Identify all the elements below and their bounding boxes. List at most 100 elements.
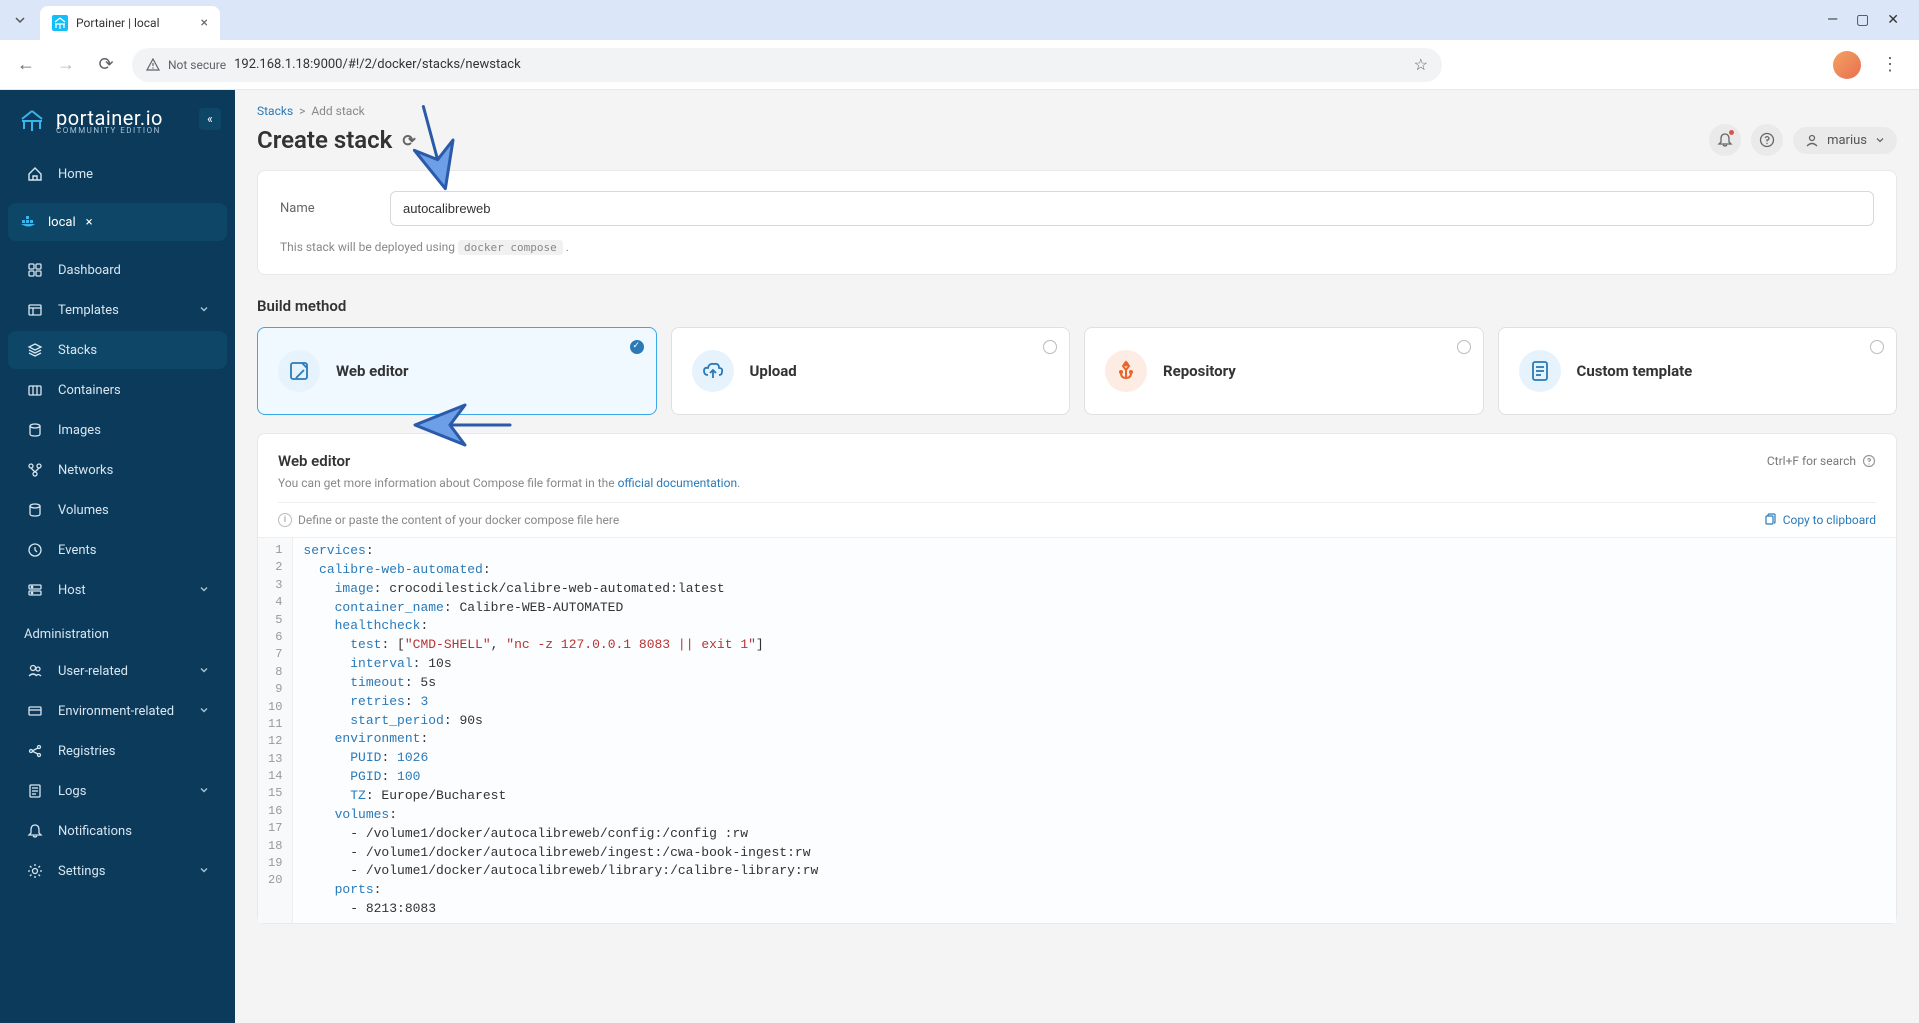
tab-close-icon[interactable]: × (201, 15, 208, 31)
logs-icon (26, 782, 44, 800)
sidebar-item-label: Environment-related (58, 704, 174, 719)
sidebar-item-environment-related[interactable]: Environment-related (8, 692, 227, 730)
copy-to-clipboard-button[interactable]: Copy to clipboard (1763, 513, 1876, 527)
environment-related-icon (26, 702, 44, 720)
name-label: Name (280, 201, 340, 216)
sidebar-item-events[interactable]: Events (8, 531, 227, 569)
user-related-icon (26, 662, 44, 680)
build-method-custom-template[interactable]: Custom template (1498, 327, 1898, 415)
sidebar-item-label: Networks (58, 463, 113, 478)
dashboard-icon (26, 261, 44, 279)
chevron-down-icon (1875, 135, 1885, 145)
method-title: Repository (1163, 362, 1236, 380)
official-docs-link[interactable]: official documentation (618, 476, 738, 490)
name-card: Name This stack will be deployed using d… (257, 170, 1897, 275)
tab-list-dropdown-icon[interactable] (8, 8, 32, 32)
sidebar-item-label: Templates (58, 303, 119, 318)
breadcrumb-stacks[interactable]: Stacks (257, 104, 293, 118)
sidebar-item-templates[interactable]: Templates (8, 291, 227, 329)
editor-search-hint: Ctrl+F for search (1767, 454, 1876, 468)
close-window-icon[interactable]: ✕ (1887, 12, 1899, 28)
breadcrumb-current: Add stack (311, 104, 364, 118)
build-method-upload[interactable]: Upload (671, 327, 1071, 415)
build-method-web-editor[interactable]: Web editor (257, 327, 657, 415)
browser-tab[interactable]: Portainer | local × (40, 6, 220, 40)
info-icon: i (278, 513, 292, 527)
breadcrumb: Stacks > Add stack (235, 90, 1919, 124)
tab-title: Portainer | local (76, 16, 193, 30)
refresh-icon[interactable]: ⟳ (402, 131, 415, 150)
profile-avatar-icon[interactable] (1833, 51, 1861, 79)
reload-icon[interactable]: ⟳ (92, 51, 120, 79)
build-method-heading: Build method (257, 297, 1897, 315)
sidebar-item-user-related[interactable]: User-related (8, 652, 227, 690)
forward-icon[interactable]: → (52, 51, 80, 79)
page-title: Create stack ⟳ (257, 126, 416, 154)
notifications-icon[interactable] (1709, 124, 1741, 156)
maximize-icon[interactable]: ▢ (1856, 12, 1869, 28)
method-title: Custom template (1577, 362, 1693, 380)
help-icon[interactable] (1751, 124, 1783, 156)
window-controls: — ▢ ✕ (1827, 12, 1911, 28)
user-menu[interactable]: marius (1793, 127, 1897, 154)
sidebar-collapse-icon[interactable]: « (199, 108, 221, 130)
code-content[interactable]: services: calibre-web-automated: image: … (293, 538, 1896, 923)
deploy-hint: This stack will be deployed using docker… (280, 240, 1874, 254)
method-icon (692, 350, 734, 392)
sidebar: portainer.io COMMUNITY EDITION « Home lo… (0, 90, 235, 1023)
chevron-down-icon (199, 304, 209, 317)
sidebar-item-home[interactable]: Home (8, 155, 227, 193)
sidebar-item-notifications[interactable]: Notifications (8, 812, 227, 850)
notifications-icon (26, 822, 44, 840)
portainer-favicon-icon (52, 15, 68, 31)
line-gutter: 1234567891011121314151617181920 (258, 538, 293, 923)
sidebar-item-settings[interactable]: Settings (8, 852, 227, 890)
editor-toolbar: i Define or paste the content of your do… (278, 502, 1876, 537)
radio-icon (1043, 340, 1057, 354)
sidebar-item-label: Home (58, 167, 93, 182)
build-method-repository[interactable]: Repository (1084, 327, 1484, 415)
env-close-icon[interactable]: × (86, 215, 93, 230)
browser-menu-icon[interactable]: ⋮ (1873, 54, 1907, 75)
minimize-icon[interactable]: — (1827, 12, 1838, 28)
sidebar-item-registries[interactable]: Registries (8, 732, 227, 770)
containers-icon (26, 381, 44, 399)
home-icon (26, 165, 44, 183)
sidebar-item-stacks[interactable]: Stacks (8, 331, 227, 369)
method-icon (278, 350, 320, 392)
copy-icon (1763, 513, 1777, 527)
chevron-down-icon (199, 865, 209, 878)
sidebar-item-label: Settings (58, 864, 105, 879)
editor-title: Web editor (278, 452, 350, 470)
method-title: Web editor (336, 362, 409, 380)
stack-name-input[interactable] (390, 191, 1874, 226)
address-bar[interactable]: Not secure 192.168.1.18:9000/#!/2/docker… (132, 48, 1442, 82)
sidebar-section-administration: Administration (0, 611, 235, 650)
back-icon[interactable]: ← (12, 51, 40, 79)
sidebar-item-label: Host (58, 583, 86, 598)
url-text: 192.168.1.18:9000/#!/2/docker/stacks/new… (234, 57, 1406, 72)
method-icon (1105, 350, 1147, 392)
radio-icon (1870, 340, 1884, 354)
host-icon (26, 581, 44, 599)
sidebar-item-dashboard[interactable]: Dashboard (8, 251, 227, 289)
help-circle-icon (1862, 454, 1876, 468)
code-editor[interactable]: 1234567891011121314151617181920 services… (258, 537, 1896, 923)
chevron-down-icon (199, 705, 209, 718)
sidebar-item-host[interactable]: Host (8, 571, 227, 609)
sidebar-item-label: Events (58, 543, 96, 558)
bookmark-star-icon[interactable]: ☆ (1414, 55, 1428, 74)
images-icon (26, 421, 44, 439)
sidebar-item-containers[interactable]: Containers (8, 371, 227, 409)
sidebar-environment-badge[interactable]: local × (8, 203, 227, 241)
build-method-grid: Web editor Upload Repository Custom templat… (257, 327, 1897, 415)
sidebar-item-logs[interactable]: Logs (8, 772, 227, 810)
sidebar-item-networks[interactable]: Networks (8, 451, 227, 489)
networks-icon (26, 461, 44, 479)
user-icon (1805, 133, 1819, 147)
sidebar-item-images[interactable]: Images (8, 411, 227, 449)
portainer-logo-icon (18, 107, 46, 135)
user-name: marius (1827, 133, 1867, 148)
sidebar-item-label: Registries (58, 744, 116, 759)
sidebar-item-volumes[interactable]: Volumes (8, 491, 227, 529)
